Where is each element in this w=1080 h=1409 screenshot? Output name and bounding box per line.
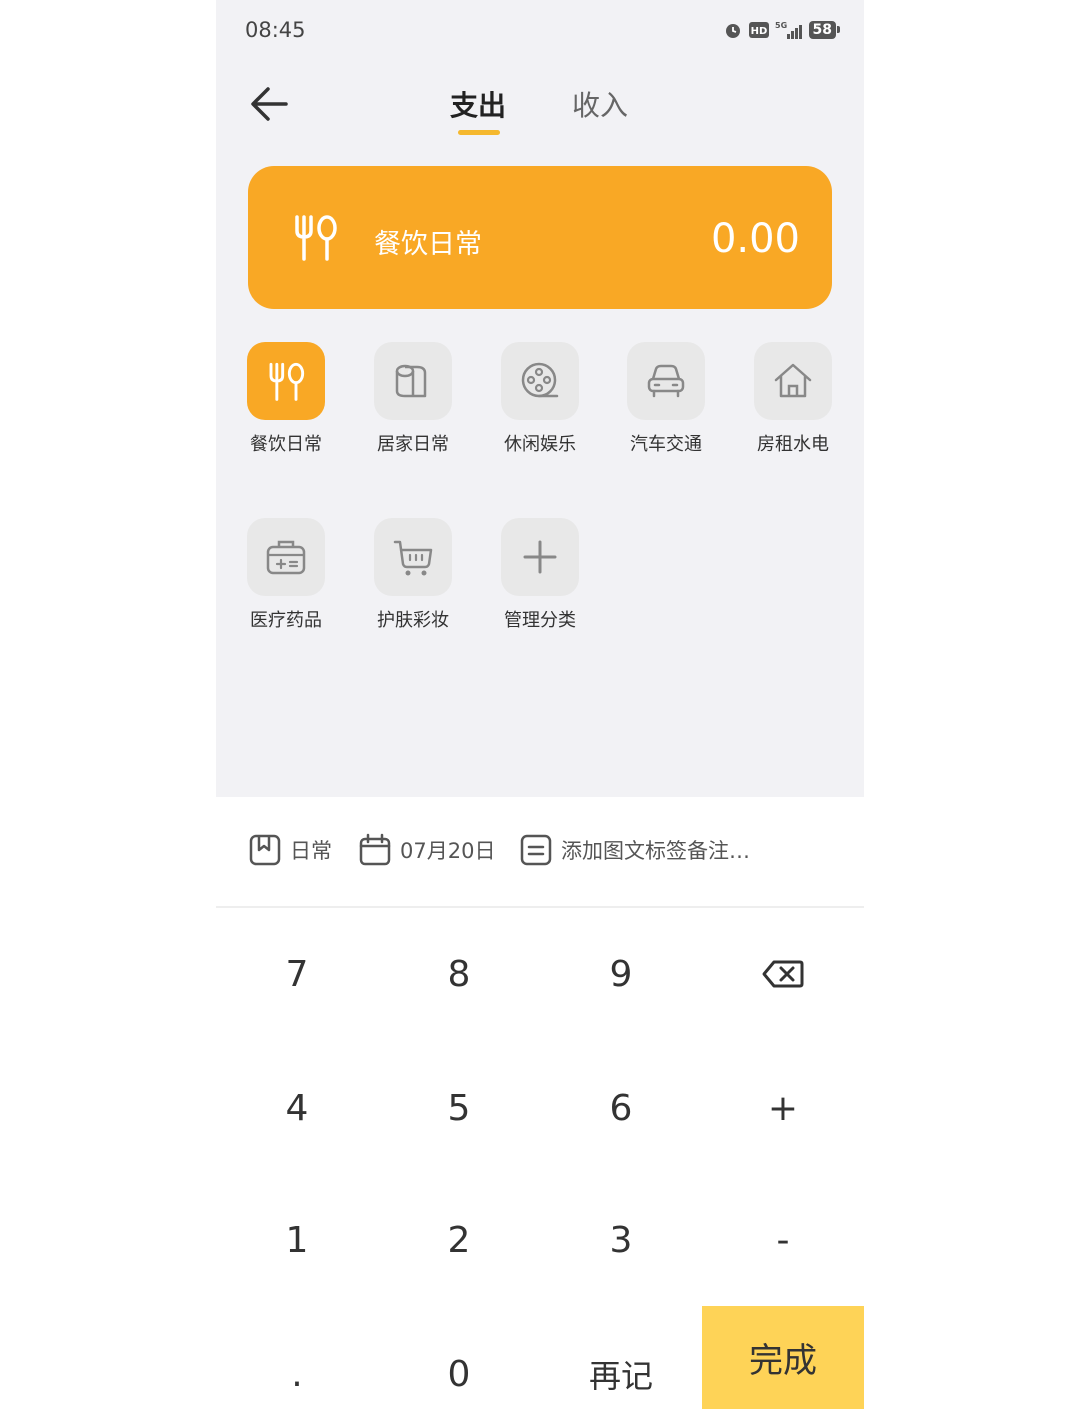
key-4[interactable]: 4 [216, 1042, 378, 1174]
date-label: 07月20日 [400, 839, 496, 863]
category-icon-box [247, 342, 325, 420]
key-5[interactable]: 5 [378, 1042, 540, 1174]
decimal-key[interactable]: . [216, 1308, 378, 1409]
category-area: 08:45 HD 5G 58 支出 收入 餐饮日常 0.00 餐饮日常 居家日常… [216, 0, 864, 797]
category-label: 房租水电 [757, 434, 829, 455]
key-3[interactable]: 3 [540, 1174, 702, 1306]
book-label: 日常 [290, 839, 332, 863]
category-manage[interactable]: 管理分类 [490, 518, 590, 638]
record-again-button[interactable]: 再记 [540, 1308, 702, 1409]
category-icon-box [374, 342, 452, 420]
category-label: 管理分类 [504, 610, 576, 631]
category-label: 餐饮日常 [250, 434, 322, 455]
toilet-paper-icon [395, 364, 427, 398]
house-icon [774, 363, 812, 398]
selected-category-label: 餐饮日常 [374, 229, 482, 260]
category-icon-box [247, 518, 325, 596]
key-2[interactable]: 2 [378, 1174, 540, 1306]
back-button[interactable] [246, 80, 294, 128]
key-1[interactable]: 1 [216, 1174, 378, 1306]
key-9[interactable]: 9 [540, 908, 702, 1040]
film-reel-icon [521, 362, 559, 398]
category-label: 汽车交通 [630, 434, 702, 455]
category-label: 医疗药品 [250, 610, 322, 631]
medical-kit-icon [266, 540, 306, 575]
car-icon [647, 364, 685, 398]
category-label: 居家日常 [377, 434, 449, 455]
key-7[interactable]: 7 [216, 908, 378, 1040]
status-bar: 08:45 HD 5G 58 [216, 0, 864, 64]
entry-options-bar: 日常 07月20日 添加图文标签备注… [216, 797, 864, 908]
category-transport[interactable]: 汽车交通 [616, 342, 716, 462]
note-input[interactable]: 添加图文标签备注… [519, 833, 750, 867]
svg-text:5G: 5G [775, 21, 787, 30]
arrow-left-icon [251, 87, 288, 121]
utensils-icon [269, 362, 305, 401]
utensils-icon [295, 215, 337, 261]
done-button[interactable]: 完成 [702, 1306, 864, 1409]
amount-value: 0.00 [710, 216, 800, 262]
key-8[interactable]: 8 [378, 908, 540, 1040]
book-selector[interactable]: 日常 [248, 833, 332, 867]
backspace-key[interactable] [702, 908, 864, 1040]
category-icon-box [374, 518, 452, 596]
app-screen: 08:45 HD 5G 58 支出 收入 餐饮日常 0.00 餐饮日常 居家日常… [216, 0, 864, 1409]
number-keypad: 7 8 9 4 5 6 + 1 2 3 - . 0 再记 完成 [216, 908, 864, 1409]
alarm-icon [725, 24, 740, 38]
note-icon [520, 834, 552, 866]
minus-key[interactable]: - [702, 1174, 864, 1306]
category-leisure[interactable]: 休闲娱乐 [490, 342, 590, 462]
category-icon-box [754, 342, 832, 420]
key-6[interactable]: 6 [540, 1042, 702, 1174]
shopping-cart-icon [393, 540, 433, 576]
amount-card: 餐饮日常 0.00 [248, 166, 832, 309]
status-icons: HD 5G 58 [723, 20, 841, 40]
plus-key[interactable]: + [702, 1042, 864, 1174]
category-dining[interactable]: 餐饮日常 [236, 342, 336, 462]
category-label: 休闲娱乐 [504, 434, 576, 455]
bookmark-icon [249, 834, 281, 866]
category-home[interactable]: 居家日常 [363, 342, 463, 462]
status-time: 08:45 [245, 18, 306, 42]
tab-income[interactable]: 收入 [572, 84, 628, 124]
category-rent-utilities[interactable]: 房租水电 [743, 342, 843, 462]
key-0[interactable]: 0 [378, 1308, 540, 1409]
svg-text:HD: HD [750, 26, 767, 37]
category-icon-box [627, 342, 705, 420]
plus-icon [523, 540, 557, 574]
tab-expense[interactable]: 支出 [450, 84, 506, 124]
note-placeholder: 添加图文标签备注… [561, 839, 750, 863]
signal-5g-icon: 5G [775, 21, 802, 39]
date-selector[interactable]: 07月20日 [358, 833, 495, 867]
category-medical[interactable]: 医疗药品 [236, 518, 336, 638]
hd-icon: HD [748, 22, 769, 38]
category-icon-box [501, 342, 579, 420]
category-icon-box [501, 518, 579, 596]
calendar-icon [359, 833, 391, 866]
category-skincare[interactable]: 护肤彩妆 [363, 518, 463, 638]
backspace-icon [762, 960, 804, 988]
battery-indicator: 58 [808, 21, 841, 39]
tab-active-indicator [458, 130, 500, 135]
category-label: 护肤彩妆 [377, 610, 449, 631]
